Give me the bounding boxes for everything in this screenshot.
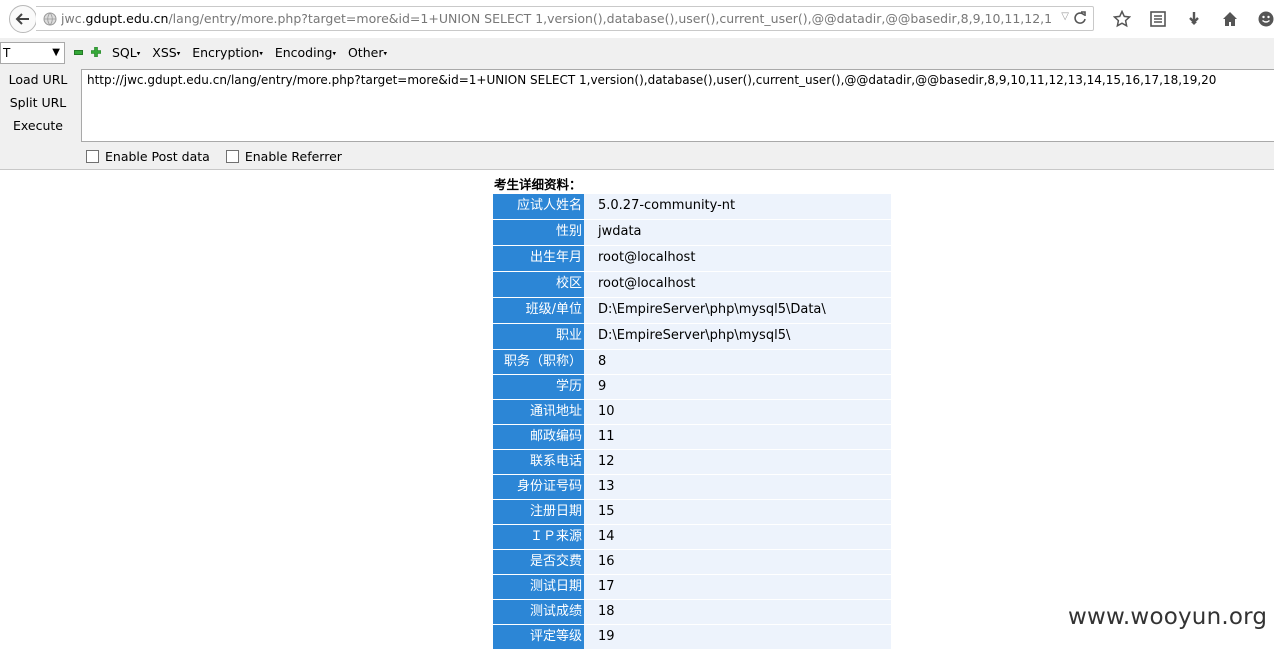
row-label: 是否交费 (493, 550, 584, 574)
url-dropdown-icon[interactable]: ▽ (1061, 11, 1069, 22)
table-row: 学历 9 (493, 375, 891, 400)
reading-list-icon[interactable] (1140, 8, 1176, 30)
url-text[interactable]: jwc.gdupt.edu.cn/lang/entry/more.php?tar… (61, 11, 1051, 26)
split-url-button[interactable]: Split URL (0, 93, 76, 116)
menu-encoding[interactable]: Encoding▾ (275, 45, 336, 60)
row-label: 评定等级 (493, 625, 584, 649)
row-label: 性别 (493, 220, 584, 245)
execute-button[interactable]: Execute (0, 116, 76, 139)
url-host: gdupt.edu.cn (85, 11, 169, 26)
row-value: 17 (584, 575, 891, 599)
url-textarea[interactable]: http://jwc.gdupt.edu.cn/lang/entry/more.… (81, 69, 1274, 142)
globe-icon (43, 12, 57, 25)
row-label: 测试日期 (493, 575, 584, 599)
menu-other[interactable]: Other▾ (348, 45, 387, 60)
table-row: 性别 jwdata (493, 220, 891, 246)
row-label: 校区 (493, 272, 584, 297)
row-value: 5.0.27-community-nt (584, 194, 891, 219)
table-row: 通讯地址 10 (493, 400, 891, 425)
table-row: 是否交费 16 (493, 550, 891, 575)
row-label: 注册日期 (493, 500, 584, 524)
chevron-down-icon: ▼ (52, 47, 60, 58)
minus-icon[interactable] (74, 50, 83, 55)
info-table: 应试人姓名 5.0.27-community-nt 性别 jwdata 出生年月 root… (493, 194, 891, 650)
row-value: 18 (584, 600, 891, 624)
menu-encryption[interactable]: Encryption▾ (192, 45, 263, 60)
load-url-button[interactable]: Load URL (0, 70, 76, 93)
row-value: 16 (584, 550, 891, 574)
table-row: 评定等级 19 (493, 625, 891, 650)
table-row: 测试日期 17 (493, 575, 891, 600)
row-value: 13 (584, 475, 891, 499)
table-row: 班级/单位 D:\EmpireServer\php\mysql5\Data\ (493, 298, 891, 324)
page-title: 考生详细资料： (494, 177, 582, 192)
enable-referrer-checkbox[interactable]: Enable Referrer (225, 149, 342, 164)
row-label: 测试成绩 (493, 600, 584, 624)
row-value: 11 (584, 425, 891, 449)
table-row: 应试人姓名 5.0.27-community-nt (493, 194, 891, 220)
table-row: 职务（职称） 8 (493, 350, 891, 375)
table-row: 联系电话 12 (493, 450, 891, 475)
table-row: 注册日期 15 (493, 500, 891, 525)
table-row: 邮政编码 11 (493, 425, 891, 450)
hackbar-select[interactable]: T ▼ (0, 42, 65, 64)
row-label: 学历 (493, 375, 584, 399)
row-value: 9 (584, 375, 891, 399)
row-value: 8 (584, 350, 891, 374)
browser-navbar: jwc.gdupt.edu.cn/lang/entry/more.php?tar… (0, 0, 1274, 38)
table-row: 测试成绩 18 (493, 600, 891, 625)
row-value: jwdata (584, 220, 891, 245)
menu-sql[interactable]: SQL▾ (112, 45, 140, 60)
hackbar-toolbar: T ▼ SQL▾ XSS▾ Encryption▾ Encoding▾ Othe… (0, 38, 1274, 170)
star-icon[interactable] (1104, 8, 1140, 30)
enable-post-checkbox[interactable]: Enable Post data (86, 149, 210, 164)
menu-xss[interactable]: XSS▾ (152, 45, 180, 60)
row-label: 身份证号码 (493, 475, 584, 499)
row-value: 19 (584, 625, 891, 649)
table-row: 身份证号码 13 (493, 475, 891, 500)
row-label: 联系电话 (493, 450, 584, 474)
row-value: root@localhost (584, 272, 891, 297)
table-row: 职业 D:\EmpireServer\php\mysql5\ (493, 324, 891, 350)
row-label: 邮政编码 (493, 425, 584, 449)
row-value: root@localhost (584, 246, 891, 271)
row-value: 12 (584, 450, 891, 474)
row-value: D:\EmpireServer\php\mysql5\ (584, 324, 891, 349)
row-label: 职业 (493, 324, 584, 349)
row-label: 应试人姓名 (493, 194, 584, 219)
download-icon[interactable] (1176, 8, 1212, 30)
reload-icon[interactable] (1073, 10, 1087, 26)
table-row: ＩＰ来源 14 (493, 525, 891, 550)
row-label: ＩＰ来源 (493, 525, 584, 549)
watermark: www.wooyun.org (1068, 604, 1268, 630)
home-icon[interactable] (1212, 8, 1248, 30)
table-row: 校区 root@localhost (493, 272, 891, 298)
row-label: 职务（职称） (493, 350, 584, 374)
back-icon[interactable] (9, 5, 37, 33)
row-value: 15 (584, 500, 891, 524)
smiley-icon[interactable] (1248, 8, 1274, 30)
plus-icon[interactable] (91, 47, 101, 57)
table-row: 出生年月 root@localhost (493, 246, 891, 272)
row-label: 班级/单位 (493, 298, 584, 323)
row-label: 通讯地址 (493, 400, 584, 424)
row-value: 10 (584, 400, 891, 424)
row-value: D:\EmpireServer\php\mysql5\Data\ (584, 298, 891, 323)
url-bar[interactable]: jwc.gdupt.edu.cn/lang/entry/more.php?tar… (36, 6, 1094, 31)
row-label: 出生年月 (493, 246, 584, 271)
row-value: 14 (584, 525, 891, 549)
